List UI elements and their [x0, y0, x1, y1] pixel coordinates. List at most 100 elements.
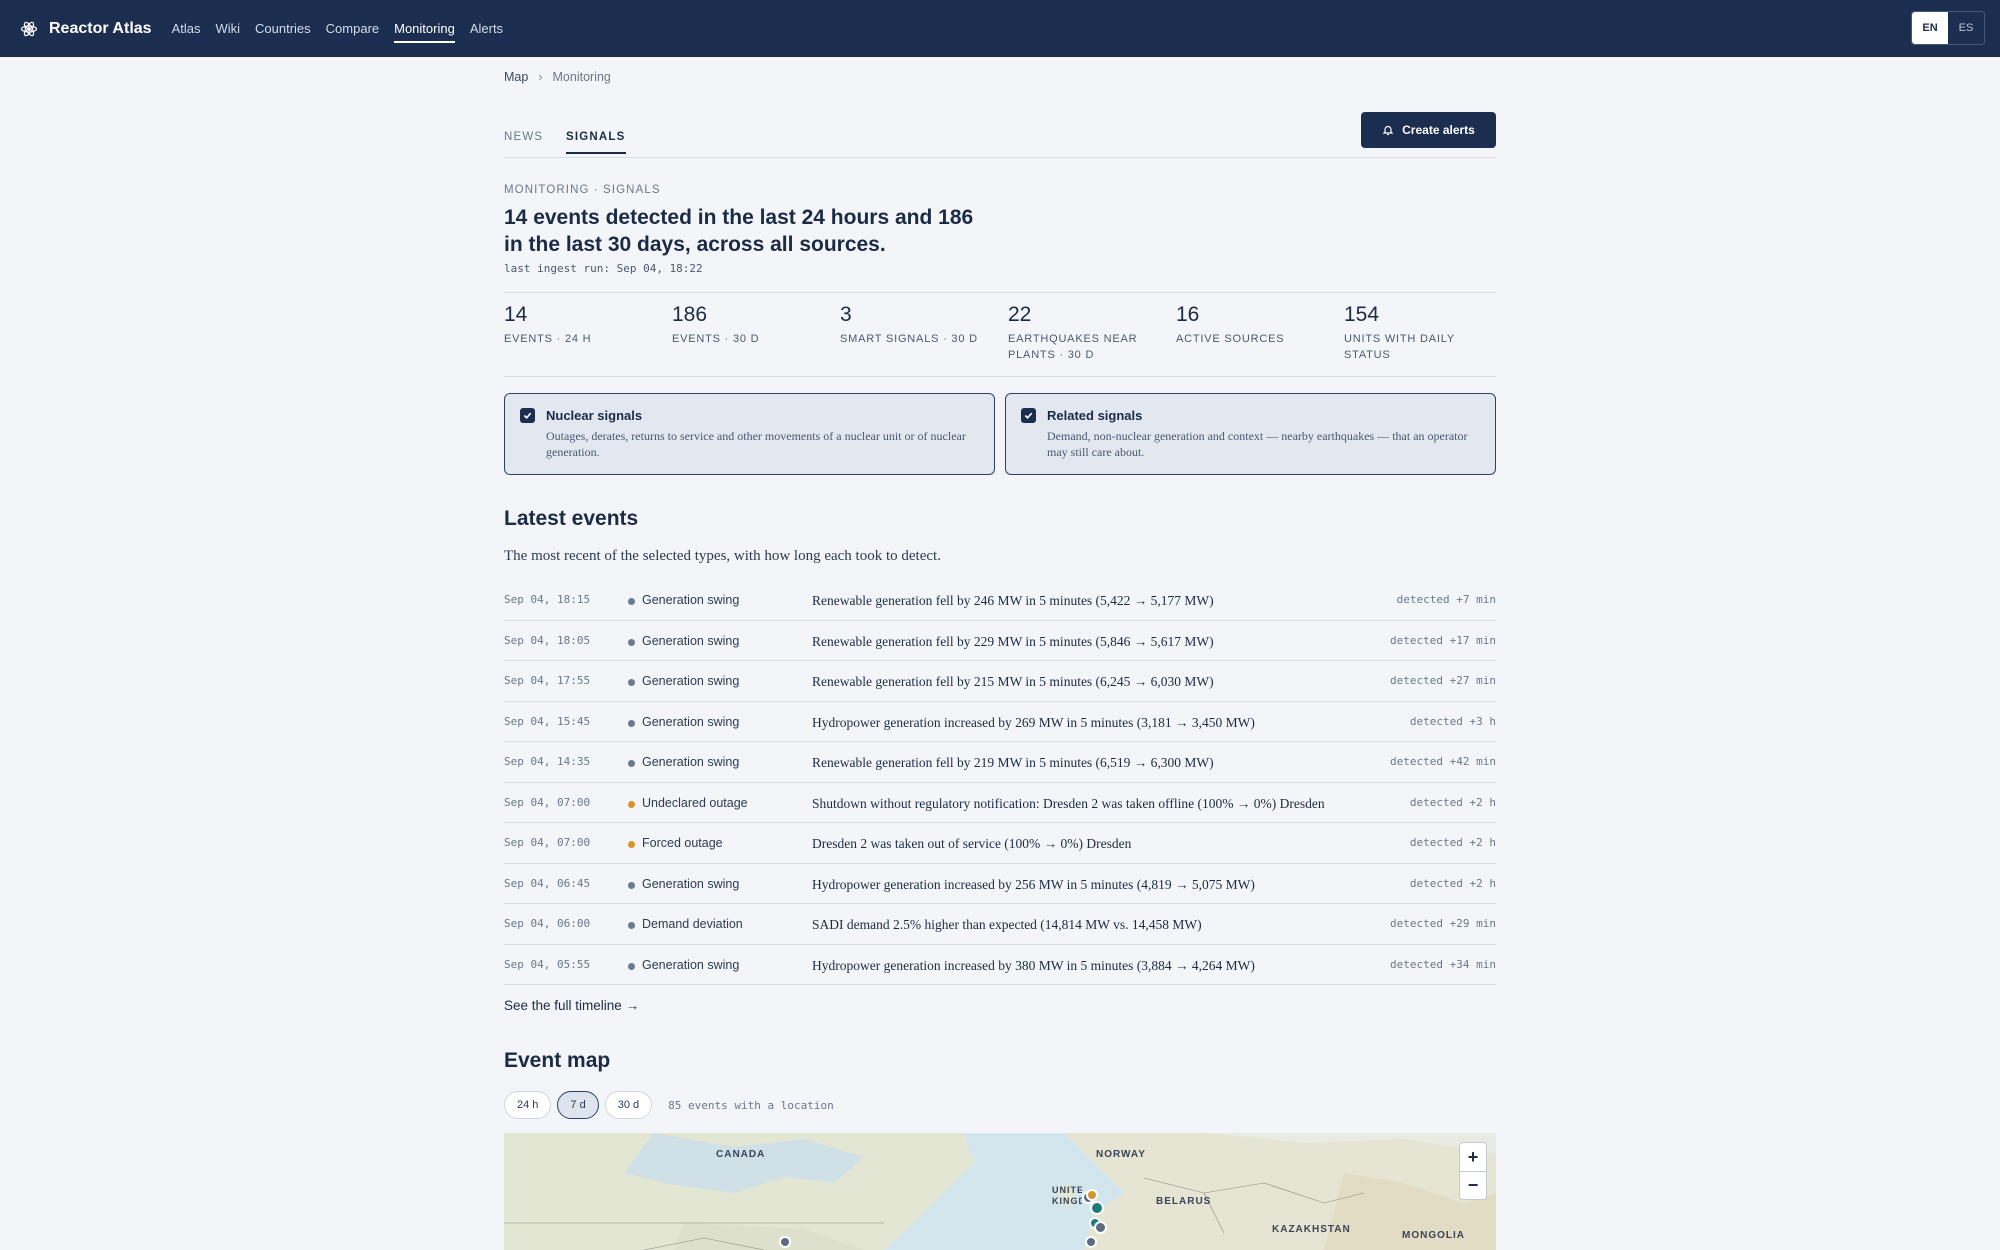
lang-en-button[interactable]: EN — [1912, 12, 1948, 44]
stat-label: ACTIVE SOURCES — [1176, 333, 1285, 345]
stat-label: EARTHQUAKES NEAR PLANTS · 30 D — [1008, 333, 1138, 361]
event-description: Renewable generation fell by 229 MW in 5… — [812, 633, 1214, 649]
stat-events-30d: 186 EVENTS · 30 D — [672, 303, 822, 347]
breadcrumb: Map › Monitoring — [504, 70, 1496, 84]
stat-value: 154 — [1344, 303, 1380, 326]
tab-news[interactable]: NEWS — [504, 131, 543, 152]
map-event-marker[interactable] — [1094, 1221, 1107, 1234]
event-row[interactable]: Sep 04, 14:35 Generation swing Renewable… — [504, 742, 1496, 783]
event-row[interactable]: Sep 04, 06:00 Demand deviation SADI dema… — [504, 904, 1496, 945]
event-row[interactable]: Sep 04, 17:55 Generation swing Renewable… — [504, 661, 1496, 702]
language-switch: EN ES — [1911, 11, 1985, 45]
nav-compare[interactable]: Compare — [326, 0, 379, 57]
nav-alerts[interactable]: Alerts — [470, 0, 503, 57]
map-event-marker[interactable] — [1086, 1189, 1098, 1201]
event-description: Renewable generation fell by 219 MW in 5… — [812, 755, 1214, 770]
section-eyebrow: MONITORING · SIGNALS — [504, 184, 661, 196]
event-type: Generation swing — [642, 714, 740, 729]
nav-atlas[interactable]: Atlas — [172, 0, 201, 57]
filter-title: Nuclear signals — [546, 408, 643, 423]
map-event-marker[interactable] — [779, 1236, 791, 1248]
zoom-out-button[interactable]: − — [1460, 1171, 1486, 1199]
event-type: Generation swing — [642, 876, 740, 891]
event-detected: detected +34 min — [1390, 957, 1496, 971]
event-type-dot — [628, 679, 635, 686]
range-30d-button[interactable]: 30 d — [604, 1091, 653, 1119]
event-type-dot — [628, 962, 635, 970]
event-detected: detected +17 min — [1390, 633, 1496, 647]
event-row[interactable]: Sep 04, 18:05 Generation swing Renewable… — [504, 621, 1496, 661]
event-description: Dresden 2 was taken out of service (100%… — [812, 836, 1132, 851]
nav-wiki[interactable]: Wiki — [215, 0, 240, 57]
stat-label: EVENTS · 30 D — [672, 333, 760, 345]
map-zoom-controls: + − — [1459, 1142, 1487, 1200]
event-description: Renewable generation fell by 246 MW in 5… — [812, 593, 1214, 608]
event-detected: detected +42 min — [1390, 755, 1496, 768]
brand[interactable]: Reactor Atlas — [20, 20, 152, 38]
event-row[interactable]: Sep 04, 18:15 Generation swing Renewable… — [504, 580, 1496, 621]
event-description: Hydropower generation increased by 269 M… — [812, 714, 1255, 730]
event-type-dot — [628, 719, 635, 727]
event-row[interactable]: Sep 04, 07:00 Forced outage Dresden 2 wa… — [504, 823, 1496, 864]
stat-active-sources: 16 ACTIVE SOURCES — [1176, 303, 1326, 347]
event-type-dot — [628, 841, 635, 848]
latest-events-description: The most recent of the selected types, w… — [504, 548, 941, 564]
full-timeline-link[interactable]: See the full timeline → — [504, 998, 1496, 1013]
create-alerts-button[interactable]: Create alerts — [1361, 112, 1496, 148]
event-map[interactable]: CANADA NORWAY UNITED KINGDOM BELARUS KAZ… — [504, 1133, 1496, 1250]
stat-value: 186 — [672, 303, 708, 326]
map-label-norway: NORWAY — [1096, 1149, 1146, 1160]
event-time: Sep 04, 06:45 — [504, 876, 591, 890]
check-icon — [523, 412, 532, 419]
lang-es-button[interactable]: ES — [1948, 12, 1984, 44]
filter-description: Demand, non-nuclear generation and conte… — [1047, 429, 1468, 459]
event-description: Hydropower generation increased by 256 M… — [812, 876, 1255, 892]
event-time: Sep 04, 17:55 — [504, 674, 591, 687]
bell-icon — [1382, 125, 1394, 136]
last-ingest: last ingest run: Sep 04, 18:22 — [504, 262, 703, 275]
event-type-dot — [628, 922, 635, 929]
nuclear-signals-checkbox[interactable] — [520, 408, 535, 423]
filter-nuclear-signals[interactable]: Nuclear signals Outages, derates, return… — [504, 393, 995, 475]
map-label-kazakhstan: KAZAKHSTAN — [1272, 1224, 1351, 1235]
event-type-dot — [628, 598, 635, 605]
event-type: Demand deviation — [642, 917, 743, 931]
stat-value: 16 — [1176, 303, 1200, 326]
event-type: Generation swing — [642, 593, 740, 607]
event-detected: detected +2 h — [1409, 795, 1496, 809]
stat-daily-status-units: 154 UNITS WITH DAILY STATUS — [1344, 303, 1484, 363]
event-time: Sep 04, 14:35 — [504, 755, 591, 768]
event-description: SADI demand 2.5% higher than expected (1… — [812, 917, 1202, 932]
stat-value: 22 — [1008, 303, 1032, 326]
event-time: Sep 04, 05:55 — [504, 957, 591, 971]
nav-monitoring[interactable]: Monitoring — [394, 0, 455, 57]
range-7d-button[interactable]: 7 d — [557, 1091, 599, 1119]
breadcrumb-map-link[interactable]: Map — [504, 70, 528, 84]
event-type-dot — [628, 760, 635, 767]
map-label-mongolia: MONGOLIA — [1402, 1230, 1465, 1241]
events-list: Sep 04, 18:15 Generation swing Renewable… — [504, 580, 1496, 985]
event-time: Sep 04, 18:05 — [504, 633, 591, 647]
range-24h-button[interactable]: 24 h — [504, 1091, 552, 1119]
event-row[interactable]: Sep 04, 05:55 Generation swing Hydropowe… — [504, 945, 1496, 985]
event-time: Sep 04, 06:00 — [504, 917, 591, 930]
stat-value: 3 — [840, 303, 852, 326]
event-row[interactable]: Sep 04, 15:45 Generation swing Hydropowe… — [504, 702, 1496, 742]
map-event-marker[interactable] — [1085, 1236, 1097, 1248]
zoom-in-button[interactable]: + — [1460, 1143, 1486, 1171]
filter-related-signals[interactable]: Related signals Demand, non-nuclear gene… — [1005, 393, 1496, 475]
event-row[interactable]: Sep 04, 07:00 Undeclared outage Shutdown… — [504, 783, 1496, 823]
event-row[interactable]: Sep 04, 06:45 Generation swing Hydropowe… — [504, 864, 1496, 904]
related-signals-checkbox[interactable] — [1021, 408, 1036, 423]
event-time: Sep 04, 18:15 — [504, 593, 591, 606]
event-description: Renewable generation fell by 215 MW in 5… — [812, 674, 1214, 689]
filter-description: Outages, derates, returns to service and… — [546, 429, 966, 459]
stat-value: 14 — [504, 303, 528, 326]
map-label-belarus: BELARUS — [1156, 1196, 1212, 1207]
map-event-marker[interactable] — [1090, 1201, 1104, 1215]
nav-countries[interactable]: Countries — [255, 0, 311, 57]
event-type: Forced outage — [642, 836, 723, 850]
latest-events-title: Latest events — [504, 507, 639, 530]
tab-signals[interactable]: SIGNALS — [566, 131, 626, 154]
stat-label: UNITS WITH DAILY STATUS — [1344, 333, 1455, 361]
